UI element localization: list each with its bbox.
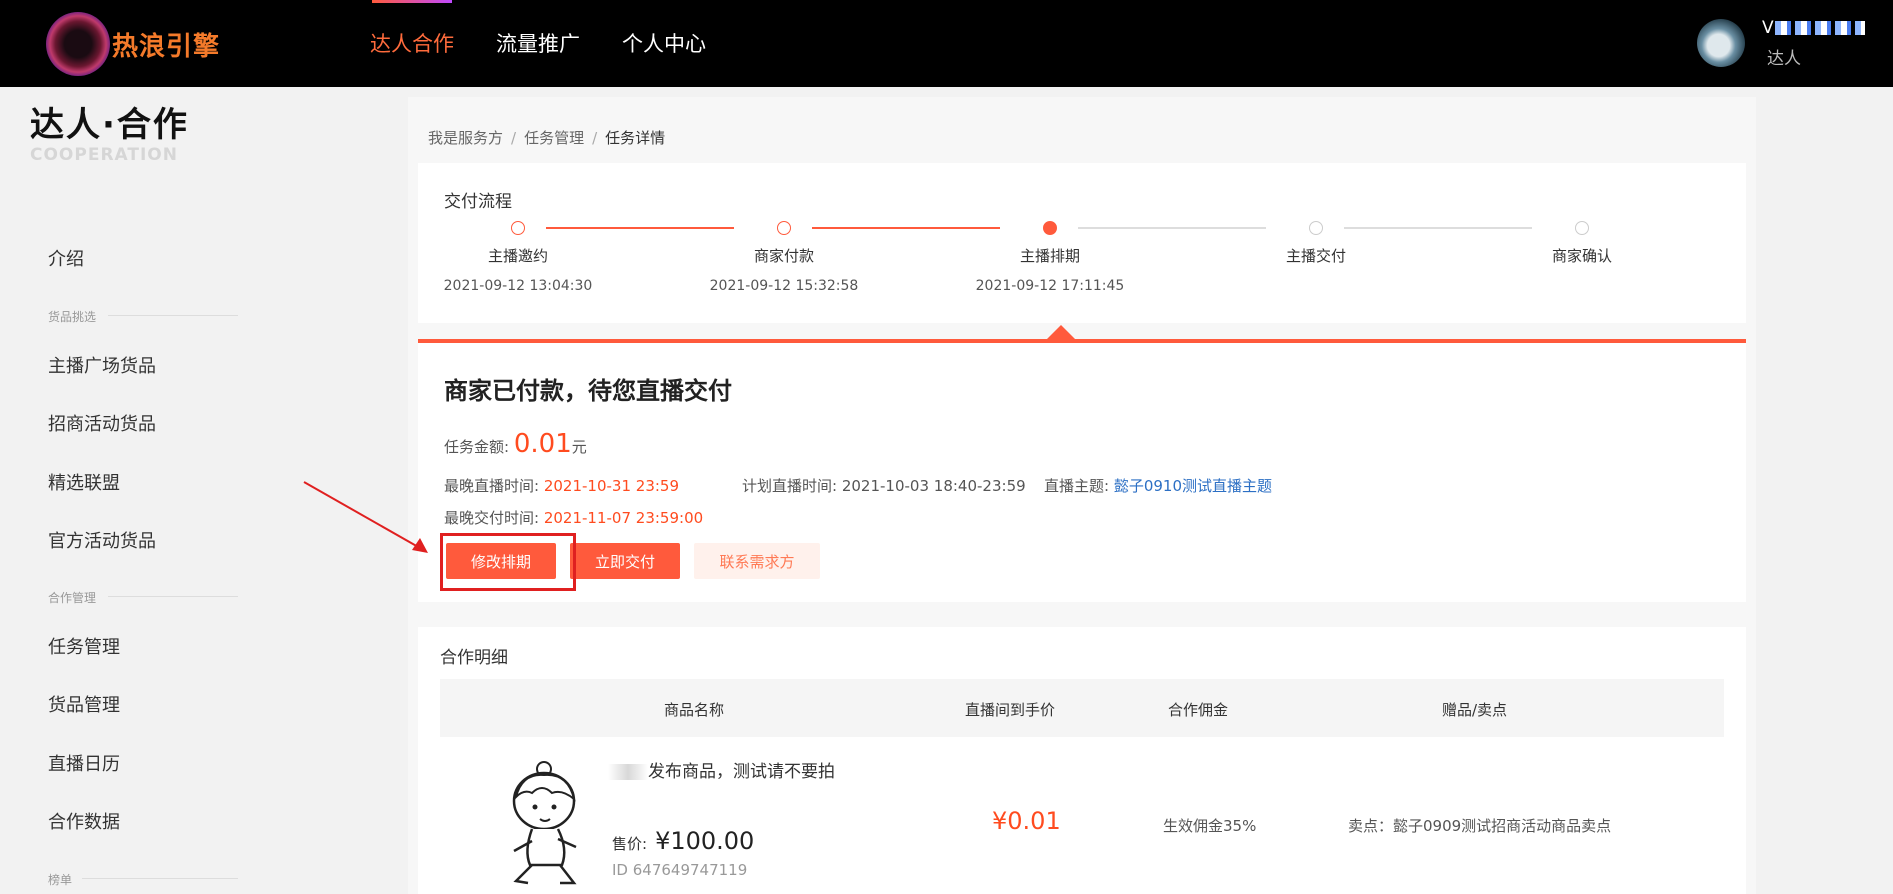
coop-detail-panel: 合作明细 商品名称 直播间到手价 合作佣金 赠品/卖点 发布商品，测试请不要拍 … [418, 627, 1746, 894]
step-confirm: 商家确认 [1482, 221, 1682, 266]
product-id: ID 647649747119 [612, 861, 748, 879]
user-name-mosaic [1774, 21, 1865, 35]
logo-icon[interactable] [46, 12, 110, 76]
sidebar-item-selected-alliance[interactable]: 精选联盟 [48, 469, 120, 495]
breadcrumb-item[interactable]: 我是服务方 [428, 129, 503, 147]
user-name[interactable]: V [1762, 18, 1865, 38]
product-price: 售价: ¥100.00 [612, 827, 755, 855]
live-price: ¥0.01 [992, 807, 1061, 835]
sidebar-item-task-manage[interactable]: 任务管理 [48, 633, 120, 659]
selling-point: 卖点：懿子0909测试招商活动商品卖点 [1348, 817, 1612, 835]
column-header: 赠品/卖点 [1442, 701, 1508, 719]
sidebar-subtitle: COOPERATION [30, 145, 178, 165]
step-dot-icon [1043, 221, 1057, 235]
sidebar-item-coop-data[interactable]: 合作数据 [48, 808, 120, 834]
sidebar-item-goods-manage[interactable]: 货品管理 [48, 691, 120, 717]
sidebar-section-coop: 合作管理 [48, 591, 97, 605]
user-role: 达人 [1767, 49, 1801, 69]
main-content: 我是服务方 / 任务管理 / 任务详情 交付流程 主播邀约 2021-09-12 13:… [408, 97, 1756, 894]
sidebar-item-live-calendar[interactable]: 直播日历 [48, 750, 120, 776]
delivery-flow-panel: 交付流程 主播邀约 2021-09-12 13:04:30 商家付款 2021-… [418, 163, 1746, 323]
plan-live-time: 计划直播时间: 2021-10-03 18:40-23:59 [742, 477, 1026, 495]
product-name[interactable]: 发布商品，测试请不要拍 [608, 757, 835, 782]
coop-detail-title: 合作明细 [440, 648, 508, 668]
latest-live-time: 最晚直播时间: 2021-10-31 23:59 [444, 477, 680, 495]
step-schedule: 主播排期 2021-09-12 17:11:45 [950, 221, 1150, 294]
nav-tab-traffic[interactable]: 流量推广 [496, 28, 580, 58]
sidebar-divider [108, 315, 238, 316]
live-topic: 直播主题: 懿子0910测试直播主题 [1044, 477, 1273, 495]
step-invite: 主播邀约 2021-09-12 13:04:30 [418, 221, 618, 294]
sidebar-divider [108, 596, 238, 597]
avatar[interactable] [1697, 19, 1745, 67]
column-header: 直播间到手价 [965, 701, 1056, 719]
sidebar-section-goods: 货品挑选 [48, 310, 97, 324]
top-bar: 热浪引擎 达人合作 流量推广 个人中心 V 达人 [0, 0, 1893, 87]
nav-highlight-stripe [372, 0, 452, 3]
task-amount-value: 0.01 [513, 429, 572, 459]
product-image[interactable] [502, 759, 592, 889]
logo-text[interactable]: 热浪引擎 [112, 26, 220, 63]
step-dot-icon [1309, 221, 1323, 235]
deliver-now-button[interactable]: 立即交付 [570, 543, 680, 579]
sidebar-item-official-activity[interactable]: 官方活动货品 [48, 527, 156, 553]
latest-deliver-time: 最晚交付时间: 2021-11-07 23:59:00 [444, 509, 704, 527]
blurred-text [608, 764, 648, 780]
task-status-panel: 商家已付款，待您直播交付 任务金额: 0.01元 最晚直播时间: 2021-10… [418, 339, 1746, 602]
sidebar-section-ranking: 榜单 [48, 873, 73, 887]
contact-requester-button[interactable]: 联系需求方 [694, 543, 820, 579]
current-step-pointer-icon [1047, 325, 1075, 339]
delivery-flow-title: 交付流程 [444, 192, 512, 212]
annotation-highlight-box [440, 533, 576, 591]
step-dot-icon [511, 221, 525, 235]
sidebar-item-intro[interactable]: 介绍 [48, 245, 84, 271]
step-payment: 商家付款 2021-09-12 15:32:58 [684, 221, 884, 294]
sidebar-title: 达人·合作 [30, 105, 189, 145]
breadcrumb: 我是服务方 / 任务管理 / 任务详情 [428, 129, 666, 147]
status-heading: 商家已付款，待您直播交付 [444, 377, 732, 405]
column-header: 商品名称 [664, 701, 725, 719]
task-amount: 任务金额: 0.01元 [444, 429, 587, 459]
live-topic-link[interactable]: 懿子0910测试直播主题 [1114, 477, 1272, 495]
breadcrumb-current: 任务详情 [605, 129, 666, 147]
annotation-arrow-icon [303, 481, 428, 553]
breadcrumb-item[interactable]: 任务管理 [524, 129, 584, 147]
sidebar-item-anchor-square[interactable]: 主播广场货品 [48, 352, 156, 378]
step-deliver: 主播交付 [1216, 221, 1416, 266]
table-header: 商品名称 直播间到手价 合作佣金 赠品/卖点 [440, 679, 1724, 737]
commission: 生效佣金35% [1163, 817, 1257, 835]
nav-tab-personal[interactable]: 个人中心 [622, 28, 706, 58]
nav-tab-cooperation[interactable]: 达人合作 [370, 28, 454, 58]
sidebar-item-merchant-activity[interactable]: 招商活动货品 [48, 410, 156, 436]
column-header: 合作佣金 [1168, 701, 1229, 719]
step-dot-icon [1575, 221, 1589, 235]
sidebar-divider [82, 878, 238, 879]
step-dot-icon [777, 221, 791, 235]
